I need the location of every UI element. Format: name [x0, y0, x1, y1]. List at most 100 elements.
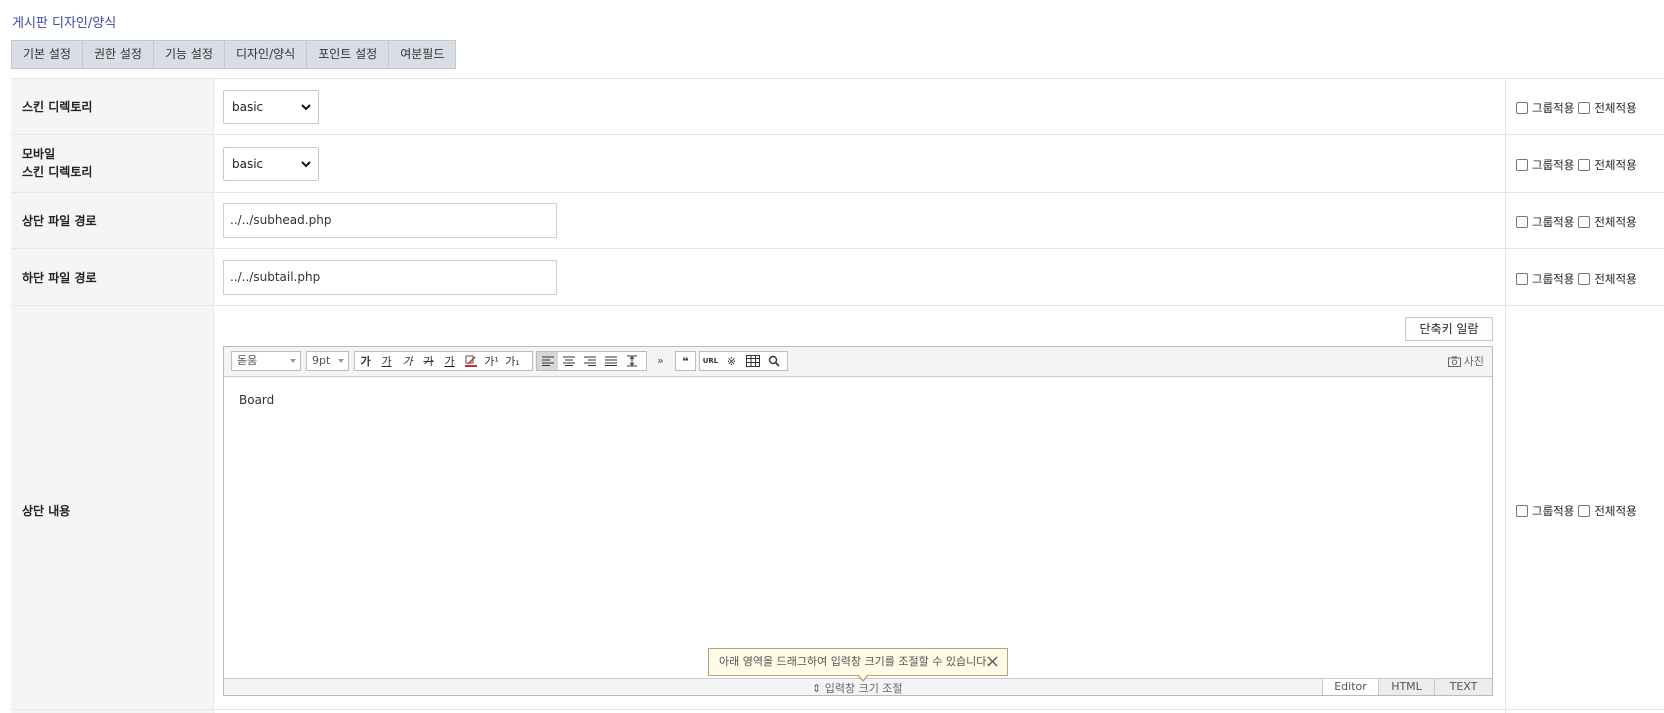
font-size-value: 9pt: [312, 354, 331, 367]
skin-dir-select[interactable]: basic: [223, 90, 319, 124]
group-apply-checkbox[interactable]: [1516, 102, 1528, 114]
superscript-button[interactable]: 가¹: [481, 352, 502, 370]
all-apply-checkbox[interactable]: [1578, 216, 1591, 228]
font-family-value: 돋움: [237, 354, 258, 367]
row-divider: [11, 305, 1664, 306]
mobile-skin-dir-apply: 그룹적용 전체적용: [1516, 157, 1637, 173]
mobile-skin-dir-label: 모바일 스킨 디렉토리: [22, 145, 92, 181]
row-divider: [11, 709, 1664, 710]
all-apply-checkbox[interactable]: [1578, 273, 1591, 285]
group-apply-checkbox[interactable]: [1516, 159, 1528, 171]
line-height-icon: [626, 355, 637, 367]
head-path-input[interactable]: ../../subhead.php: [223, 203, 557, 238]
group-apply-checkbox[interactable]: [1516, 273, 1528, 285]
tab-text-mode[interactable]: TEXT: [1434, 679, 1492, 695]
close-icon[interactable]: [986, 655, 999, 668]
font-size-select[interactable]: 9pt: [306, 351, 349, 371]
rich-text-editor: 돋움 9pt 가 가 가 가 가 가¹ 가₁ » ❝ URL ※ 사진 Boar…: [223, 346, 1493, 696]
caret-down-icon: [338, 359, 344, 363]
tab-editor-mode[interactable]: Editor: [1322, 679, 1378, 695]
highlight-pen-icon: [464, 355, 477, 367]
tab-basic-settings[interactable]: 기본 설정: [12, 41, 83, 68]
group-apply-label: 그룹적용: [1532, 101, 1575, 115]
insert-group: URL ※: [699, 351, 788, 371]
skin-dir-apply: 그룹적용 전체적용: [1516, 100, 1637, 116]
chevron-down-icon: [301, 161, 311, 168]
caret-down-icon: [290, 359, 296, 363]
align-right-icon: [583, 356, 596, 366]
settings-tabs: 기본 설정 권한 설정 기능 설정 디자인/양식 포인트 설정 여분필드: [11, 40, 457, 69]
line-height-button[interactable]: [621, 352, 642, 370]
resize-tooltip: 아래 영역을 드래그하여 입력창 크기를 조절할 수 있습니다.: [708, 648, 1008, 682]
all-apply-label: 전체적용: [1594, 101, 1637, 115]
head-path-label: 상단 파일 경로: [22, 214, 97, 228]
shortcut-list-button[interactable]: 단축키 일람: [1405, 317, 1493, 341]
group-apply-label: 그룹적용: [1532, 272, 1575, 286]
skin-dir-value: basic: [232, 100, 264, 114]
font-family-select[interactable]: 돋움: [231, 351, 301, 371]
more-tools-icon[interactable]: »: [657, 354, 664, 367]
mobile-skin-dir-value: basic: [232, 157, 264, 171]
section-title: 게시판 디자인/양식: [12, 16, 117, 31]
editor-mode-tabs: Editor HTML TEXT: [1322, 679, 1492, 695]
quote-group: ❝: [675, 351, 696, 371]
group-apply-checkbox[interactable]: [1516, 505, 1528, 517]
italic-button[interactable]: 가: [397, 352, 418, 370]
special-char-button[interactable]: ※: [721, 352, 742, 370]
text-style-group: 가 가 가 가 가 가¹ 가₁: [354, 351, 533, 371]
link-button[interactable]: URL: [700, 352, 721, 370]
subscript-button[interactable]: 가₁: [502, 352, 523, 370]
row-divider: [11, 192, 1664, 193]
bold-button[interactable]: 가: [355, 352, 376, 370]
photo-upload-button[interactable]: 사진: [1447, 353, 1484, 369]
find-button[interactable]: [763, 352, 784, 370]
all-apply-checkbox[interactable]: [1578, 159, 1591, 171]
row-divider: [11, 78, 1664, 79]
mobile-skin-dir-select[interactable]: basic: [223, 147, 319, 181]
all-apply-label: 전체적용: [1594, 158, 1637, 172]
align-justify-button[interactable]: [600, 352, 621, 370]
quote-button[interactable]: ❝: [676, 352, 695, 370]
group-apply-checkbox[interactable]: [1516, 216, 1528, 228]
table-button[interactable]: [742, 352, 763, 370]
tab-feature-settings[interactable]: 기능 설정: [154, 41, 225, 68]
font-color-button[interactable]: 가: [439, 352, 460, 370]
tab-point-settings[interactable]: 포인트 설정: [307, 41, 390, 68]
all-apply-label: 전체적용: [1594, 504, 1637, 518]
tail-path-label: 하단 파일 경로: [22, 271, 97, 285]
strikethrough-button[interactable]: 가: [418, 352, 439, 370]
tooltip-text: 아래 영역을 드래그하여 입력창 크기를 조절할 수 있습니다.: [719, 655, 990, 668]
tab-html-mode[interactable]: HTML: [1378, 679, 1434, 695]
tab-permission-settings[interactable]: 권한 설정: [83, 41, 154, 68]
align-justify-icon: [604, 356, 617, 366]
editor-content-area[interactable]: Board: [239, 393, 274, 407]
align-left-button[interactable]: [537, 352, 558, 370]
all-apply-checkbox[interactable]: [1578, 102, 1591, 114]
tail-path-input[interactable]: ../../subtail.php: [223, 260, 557, 295]
head-content-label: 상단 내용: [22, 504, 71, 518]
mobile-skin-dir-label-line1: 모바일: [22, 147, 56, 161]
photo-label: 사진: [1463, 355, 1484, 368]
search-icon: [768, 355, 780, 367]
row-divider: [11, 248, 1664, 249]
align-right-button[interactable]: [579, 352, 600, 370]
tab-design-form[interactable]: 디자인/양식: [225, 41, 308, 68]
group-apply-label: 그룹적용: [1532, 504, 1575, 518]
tooltip-tail-inner: [858, 674, 868, 680]
align-center-button[interactable]: [558, 352, 579, 370]
column-divider-right: [1505, 78, 1506, 713]
row-divider: [11, 134, 1664, 135]
align-group: [536, 351, 647, 371]
underline-button[interactable]: 가: [376, 352, 397, 370]
align-left-icon: [541, 356, 554, 366]
resize-label: ⇕ 입력창 크기 조절: [812, 682, 903, 695]
camera-icon: [1447, 356, 1461, 367]
highlight-color-button[interactable]: [460, 352, 481, 370]
all-apply-checkbox[interactable]: [1578, 505, 1591, 517]
chevron-down-icon: [301, 104, 311, 111]
column-divider: [213, 78, 214, 713]
head-content-apply: 그룹적용 전체적용: [1516, 503, 1637, 519]
group-apply-label: 그룹적용: [1532, 215, 1575, 229]
all-apply-label: 전체적용: [1594, 272, 1637, 286]
tab-extra-fields[interactable]: 여분필드: [389, 41, 455, 68]
